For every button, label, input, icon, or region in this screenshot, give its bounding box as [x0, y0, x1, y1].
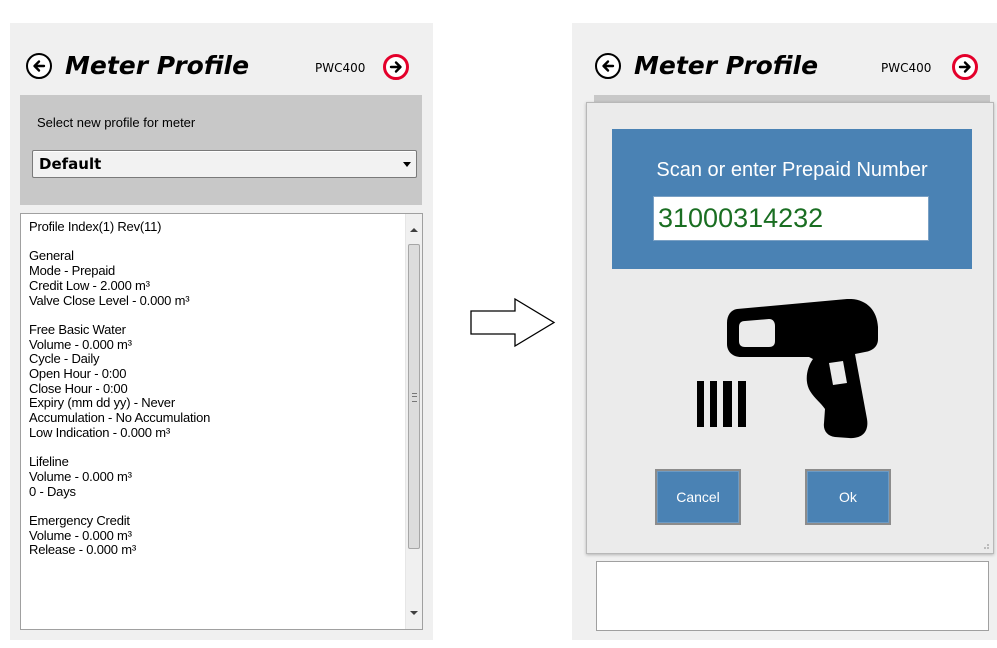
forward-arrow-icon	[958, 61, 971, 73]
profile-dropdown[interactable]: Default	[32, 150, 417, 178]
profile-detail-line: Valve Close Level - 0.000 m³	[29, 292, 190, 308]
vertical-scrollbar[interactable]	[405, 214, 422, 629]
meter-profile-screen-right: Meter Profile PWC400 Scan or enter Prepa…	[572, 23, 997, 640]
header: Meter Profile PWC400	[10, 23, 433, 95]
profile-detail-line: Volume - 0.000 m³	[29, 336, 132, 352]
back-button[interactable]	[595, 53, 621, 79]
right-arrow-icon	[470, 297, 556, 348]
grip-icon	[412, 393, 417, 402]
forward-arrow-icon	[389, 61, 402, 73]
profile-details-textbox[interactable]: Profile Index(1) Rev(11) General Mode - P…	[20, 213, 423, 630]
profile-details-textbox	[596, 561, 989, 631]
forward-button[interactable]	[383, 54, 409, 80]
profile-detail-line: Free Basic Water	[29, 321, 126, 337]
page-title: Meter Profile	[65, 51, 250, 80]
scroll-down-icon[interactable]	[410, 611, 418, 615]
scroll-up-icon[interactable]	[410, 228, 418, 232]
back-arrow-icon	[602, 60, 615, 72]
prepaid-number-dialog: Scan or enter Prepaid Number 31000314232…	[586, 102, 994, 554]
page-title: Meter Profile	[634, 51, 819, 80]
meter-model-label: PWC400	[881, 61, 932, 75]
profile-detail-line: Volume - 0.000 m³	[29, 527, 132, 543]
profile-detail-line: Low Indication - 0.000 m³	[29, 424, 170, 440]
profile-detail-line: General	[29, 248, 74, 264]
profile-detail-line: Cycle - Daily	[29, 351, 100, 367]
profile-detail-line: Release - 0.000 m³	[29, 542, 136, 558]
profile-dropdown-value: Default	[39, 155, 102, 173]
profile-detail-line: Emergency Credit	[29, 513, 130, 529]
prepaid-number-input[interactable]: 31000314232	[653, 196, 929, 241]
profile-select-section: Select new profile for meter Default	[20, 95, 422, 205]
forward-button[interactable]	[952, 54, 978, 80]
profile-detail-line: Close Hour - 0:00	[29, 380, 128, 396]
cancel-button[interactable]: Cancel	[655, 469, 741, 525]
barcode-scanner-icon	[697, 299, 878, 439]
resize-grip-icon[interactable]	[980, 540, 990, 550]
back-button[interactable]	[26, 53, 52, 79]
ok-button[interactable]: Ok	[805, 469, 891, 525]
chevron-down-icon	[403, 162, 411, 167]
profile-detail-line: Credit Low - 2.000 m³	[29, 277, 150, 293]
profile-detail-line: Mode - Prepaid	[29, 263, 116, 279]
meter-model-label: PWC400	[315, 61, 366, 75]
dialog-prompt: Scan or enter Prepaid Number	[656, 159, 928, 181]
scrollbar-thumb[interactable]	[408, 244, 420, 549]
meter-profile-screen-left: Meter Profile PWC400 Select new profile …	[10, 23, 433, 640]
profile-detail-line: Open Hour - 0:00	[29, 366, 127, 382]
profile-detail-line: Volume - 0.000 m³	[29, 468, 132, 484]
profile-detail-line: Accumulation - No Accumulation	[29, 410, 211, 426]
back-arrow-icon	[33, 60, 46, 72]
profile-detail-line: Expiry (mm dd yy) - Never	[29, 395, 175, 411]
prepaid-entry-panel: Scan or enter Prepaid Number 31000314232	[612, 129, 972, 269]
profile-details-text: Profile Index(1) Rev(11) General Mode - P…	[29, 219, 404, 558]
profile-detail-line: 0 - Days	[29, 483, 76, 499]
profile-detail-line: Profile Index(1) Rev(11)	[29, 219, 162, 234]
profile-detail-line: Lifeline	[29, 454, 69, 470]
select-profile-label: Select new profile for meter	[37, 115, 196, 130]
